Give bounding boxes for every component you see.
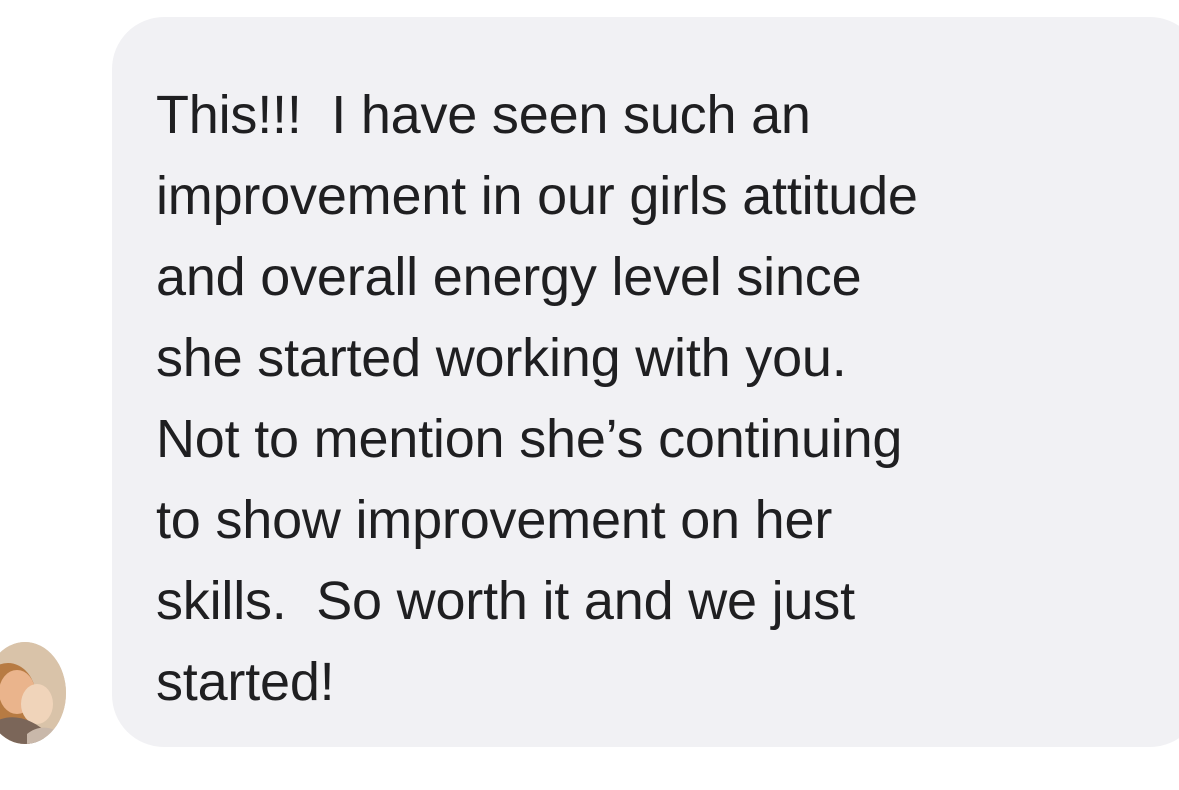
message-line: improvement in our girls attitude: [156, 166, 918, 226]
message-bubble[interactable]: This!!! I have seen such an improvement …: [112, 17, 1179, 747]
sender-avatar[interactable]: [0, 642, 66, 744]
message-line: started!: [156, 652, 335, 712]
message-thread: This!!! I have seen such an improvement …: [0, 0, 1179, 790]
message-line: she started working with you.: [156, 328, 847, 388]
user-photo-avatar-icon: [0, 642, 66, 744]
incoming-message-row: This!!! I have seen such an improvement …: [0, 0, 1179, 790]
message-text: This!!! I have seen such an improvement …: [156, 75, 1156, 723]
message-line: to show improvement on her: [156, 490, 833, 550]
message-line: Not to mention she’s continuing: [156, 409, 903, 469]
message-line: and overall energy level since: [156, 247, 862, 307]
message-line: skills. So worth it and we just: [156, 571, 855, 631]
message-line: This!!! I have seen such an: [156, 85, 811, 145]
